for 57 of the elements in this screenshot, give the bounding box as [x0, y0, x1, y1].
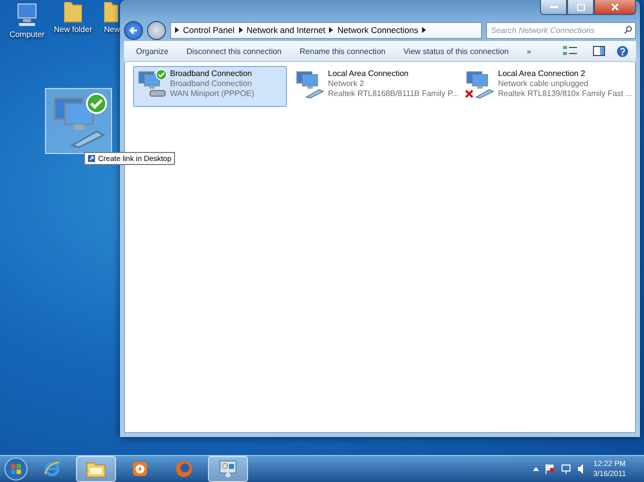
views-icon[interactable]: [563, 46, 577, 56]
network-tray-icon[interactable]: [561, 464, 572, 474]
media-player-icon[interactable]: [132, 461, 148, 477]
search-field[interactable]: Search Network Connections: [486, 22, 636, 38]
connection-item[interactable]: Local Area Connection Network 2 Realtek RTL8168B/8111B Family P...: [291, 66, 457, 107]
toolbar-button[interactable]: Organize: [128, 44, 176, 58]
connection-status: Network 2: [328, 79, 366, 89]
search-icon: [624, 26, 632, 34]
browser-icon[interactable]: [43, 460, 61, 478]
folder-icon[interactable]: [86, 460, 106, 478]
network-connection-icon: [465, 69, 495, 99]
desktop-icon-label[interactable]: New: [104, 25, 120, 34]
back-arrow-icon: [129, 26, 138, 34]
adapter-name: WAN Miniport (PPPOE): [170, 89, 254, 99]
adapter-name: Realtek RTL8168B/8111B Family P...: [328, 89, 459, 99]
toolbar-button[interactable]: »: [518, 44, 540, 58]
breadcrumb-item[interactable]: Network and Internet: [246, 25, 326, 35]
close-button[interactable]: [594, 0, 636, 15]
network-connection-icon: [295, 69, 325, 99]
minimize-icon: [550, 6, 558, 8]
computer-icon: [15, 2, 39, 28]
forward-button[interactable]: [147, 20, 166, 40]
chevron-icon: [238, 27, 243, 33]
chevron-icon: [329, 27, 334, 33]
back-button[interactable]: [124, 20, 143, 40]
connection-name: Local Area Connection: [328, 69, 410, 79]
network-connection-icon: [50, 93, 106, 149]
maximize-button[interactable]: [567, 0, 594, 15]
desktop-icon-label[interactable]: Computer: [9, 30, 45, 39]
address-bar[interactable]: Control Panel Network and Internet Network Connections: [170, 22, 482, 38]
folder-icon: [104, 2, 118, 23]
start-button[interactable]: [4, 457, 28, 481]
breadcrumb-item[interactable]: Control Panel: [183, 25, 235, 35]
connection-name: Local Area Connection 2: [498, 69, 586, 79]
close-icon: [611, 3, 619, 11]
toolbar-button[interactable]: Disconnect this connection: [178, 44, 290, 58]
network-window-icon[interactable]: [218, 460, 238, 478]
adapter-name: Realtek RTL8139/810x Family Fast ...: [498, 89, 632, 99]
show-hidden-icons-button[interactable]: [533, 467, 540, 471]
chevron-icon: [175, 27, 179, 33]
shortcut-arrow-icon: [88, 155, 95, 162]
help-icon[interactable]: [617, 46, 628, 56]
dialup-connection-icon: [137, 69, 167, 99]
minimize-button[interactable]: [540, 0, 567, 15]
desktop-icon-label[interactable]: New folder: [54, 25, 92, 34]
connection-name: Broadband Connection: [170, 69, 253, 79]
folder-icon: [64, 2, 82, 23]
toolbar-button[interactable]: Rename this connection: [292, 44, 394, 58]
breadcrumb-item[interactable]: Network Connections: [337, 25, 418, 35]
toolbar-button[interactable]: View status of this connection: [395, 44, 517, 58]
maximize-icon: [576, 4, 584, 10]
chevron-icon: [422, 27, 426, 33]
preview-pane-icon[interactable]: [593, 46, 605, 56]
connection-item[interactable]: Broadband Connection Broadband Connection WAN Miniport (PPPOE): [133, 66, 287, 107]
connection-status: Network cable unplugged: [498, 79, 590, 89]
flag-icon[interactable]: [545, 464, 556, 474]
connection-status: Broadband Connection: [170, 79, 253, 89]
